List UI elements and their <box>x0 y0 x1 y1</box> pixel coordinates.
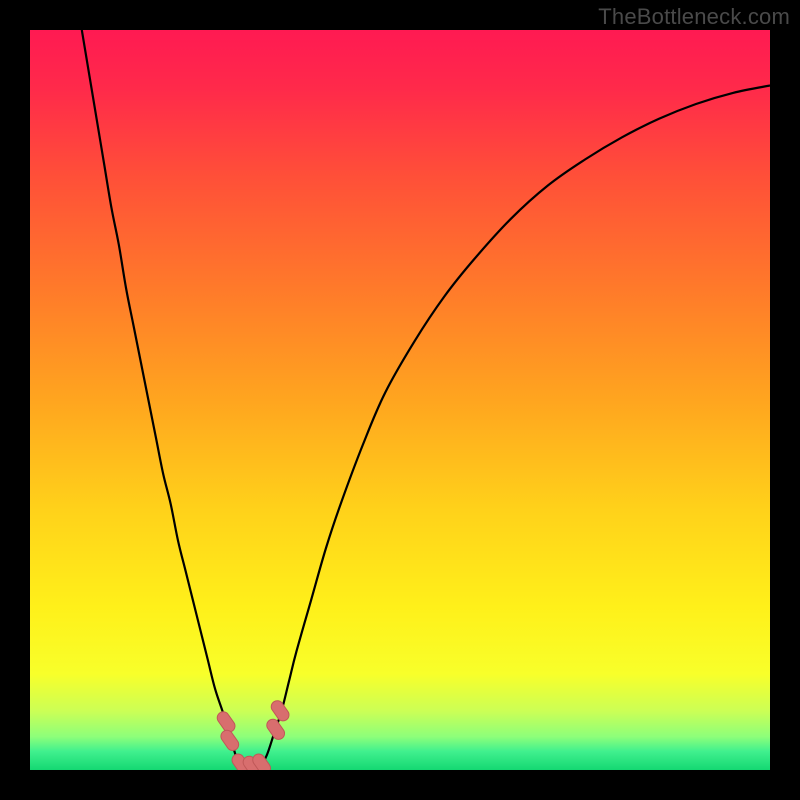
plot-svg <box>30 30 770 770</box>
gradient-background <box>30 30 770 770</box>
watermark-text: TheBottleneck.com <box>598 4 790 30</box>
chart-frame: TheBottleneck.com <box>0 0 800 800</box>
plot-area <box>30 30 770 770</box>
